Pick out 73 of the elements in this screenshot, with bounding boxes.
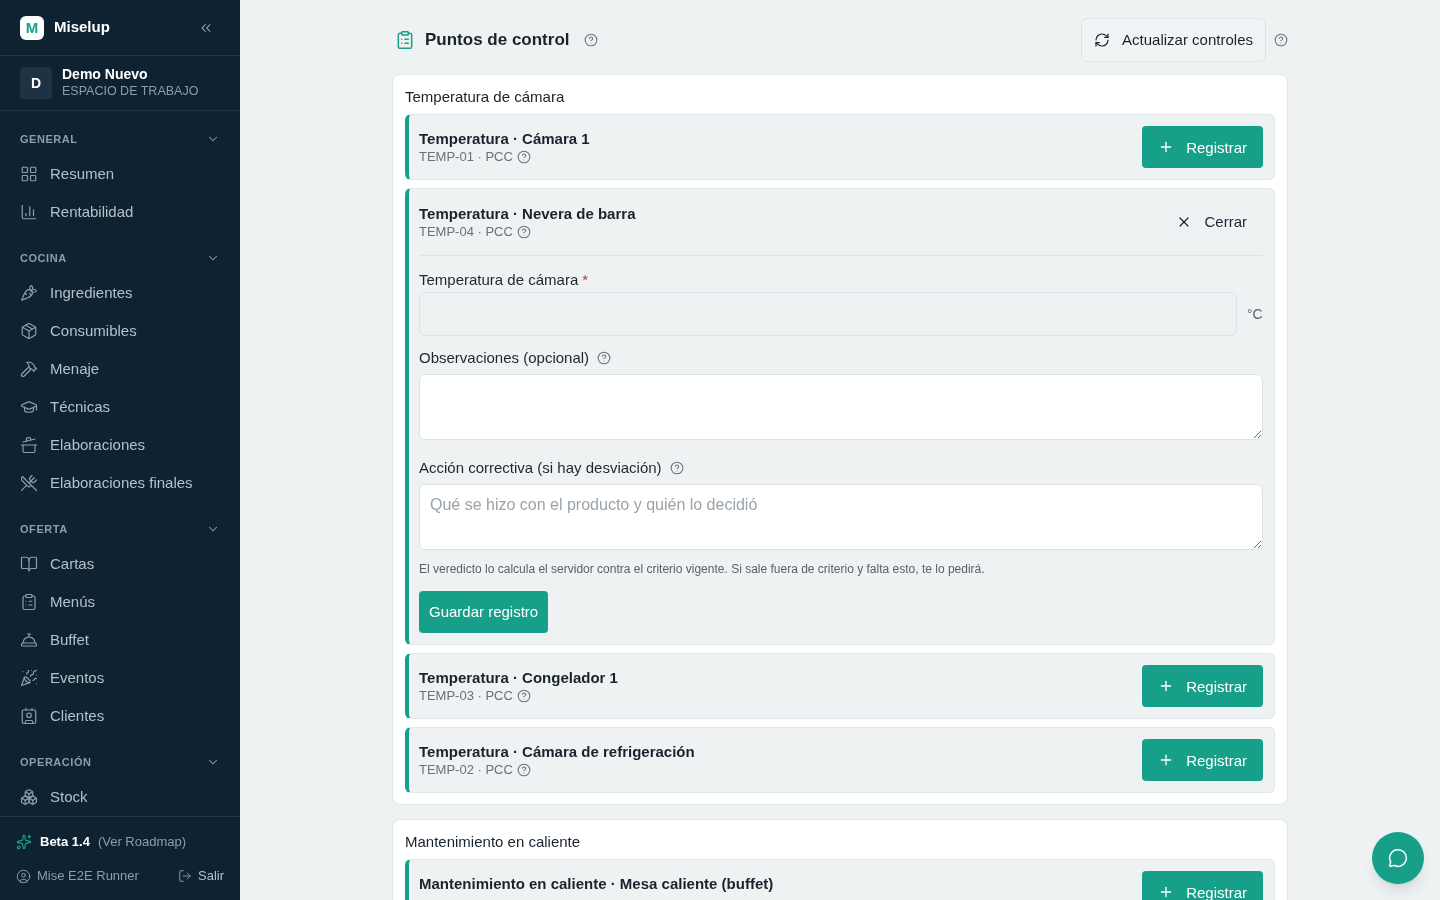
section-header[interactable]: GENERAL — [0, 129, 240, 149]
text-area[interactable]: Qué se hizo con el producto y quién lo decidió — [419, 484, 1263, 550]
workspace-avatar: D — [20, 67, 52, 99]
bell-icon — [20, 631, 38, 649]
app-logo: M — [20, 15, 44, 40]
group-title: Temperatura de cámara — [405, 87, 566, 107]
nav-item[interactable]: Rentabilidad — [0, 193, 240, 231]
refresh-button[interactable]: Actualizar controles — [1081, 18, 1266, 62]
hammer-icon — [20, 360, 38, 378]
help-icon — [516, 689, 531, 703]
nav-item[interactable]: Buffet — [0, 621, 240, 659]
help-icon — [516, 763, 531, 777]
graduation-cap-icon — [20, 398, 38, 416]
control-title: Temperatura · Cámara 1 — [419, 129, 590, 149]
control-title: Temperatura · Cámara de refrigeración — [419, 742, 695, 762]
clipboard-icon — [20, 593, 38, 611]
help-icon — [516, 225, 531, 239]
control-title: Temperatura · Congelador 1 — [419, 668, 618, 688]
nav-item[interactable]: Menús — [0, 583, 240, 621]
control-title: Temperatura · Nevera de barra — [419, 204, 636, 224]
nav-item[interactable]: Cartas — [0, 545, 240, 583]
workspace-label: ESPACIO DE TRABAJO — [62, 83, 199, 100]
hint-text: El veredicto lo calcula el servidor contra el criterio vigente. Si sale fuera de criterio y falta esto, te lo pedirá. — [419, 562, 986, 576]
nav-item[interactable]: Eventos — [0, 659, 240, 697]
page-title: Puntos de control — [425, 29, 570, 52]
bar-chart-icon — [20, 203, 38, 221]
boxes-icon — [20, 788, 38, 806]
control-code: TEMP-04 · PCC — [419, 224, 513, 240]
section-header[interactable]: OPERACIÓN — [0, 752, 240, 772]
control-code: TEMP-03 · PCC — [419, 688, 513, 704]
clipboard-icon — [395, 30, 415, 50]
nav-item[interactable]: Técnicas — [0, 388, 240, 426]
chat-icon — [1388, 848, 1408, 868]
roadmap-link[interactable]: (Ver Roadmap) — [97, 832, 187, 852]
app-name: Miselup — [54, 17, 110, 38]
field-label: Acción correctiva (si hay desviación) — [419, 457, 662, 478]
help-icon — [1274, 33, 1288, 47]
nav-item[interactable]: Consumibles — [0, 312, 240, 350]
package-icon — [20, 322, 38, 340]
nav-item[interactable]: Menaje — [0, 350, 240, 388]
control-title: Mantenimiento en caliente · Mesa caliente (buffet) — [419, 874, 774, 894]
crossed-utensils-icon — [20, 474, 38, 492]
carrot-icon — [20, 284, 38, 302]
field-label: Observaciones (opcional) — [419, 347, 590, 368]
nav-item[interactable]: Elaboraciones finales — [0, 464, 240, 502]
nav-item[interactable]: Ingredientes — [0, 274, 240, 312]
nav-item[interactable]: Stock — [0, 778, 240, 816]
nav-item[interactable]: Elaboraciones — [0, 426, 240, 464]
section-header[interactable]: OFERTA — [0, 519, 240, 539]
pot-icon — [20, 436, 38, 454]
help-icon — [583, 33, 598, 47]
control-code: TEMP-02 · PCC — [419, 762, 513, 778]
nav-item[interactable]: Clientes — [0, 697, 240, 735]
workspace-name: Demo Nuevo — [62, 66, 149, 84]
help-icon — [516, 150, 531, 164]
version-label: Beta 1.4 — [40, 833, 90, 852]
grid-icon — [20, 165, 38, 183]
close-button[interactable]: Cerrar — [1160, 201, 1263, 243]
unit-label: °C — [1247, 304, 1263, 324]
group-title: Mantenimiento en caliente — [405, 832, 582, 852]
party-popper-icon — [20, 669, 38, 687]
field-label: Temperatura de cámara * — [419, 269, 589, 290]
logout-icon — [178, 869, 192, 883]
logout-button[interactable]: Salir — [178, 866, 224, 886]
user-icon — [16, 868, 31, 884]
book-icon — [20, 555, 38, 573]
nav-item[interactable]: Resumen — [0, 155, 240, 193]
control-code: TEMP-01 · PCC — [419, 149, 513, 165]
contact-card-icon — [20, 707, 38, 725]
sparkle-icon — [16, 834, 32, 850]
user-name: Mise E2E Runner — [37, 867, 139, 886]
section-header[interactable]: COCINA — [0, 248, 240, 268]
refresh-icon — [1094, 32, 1111, 48]
